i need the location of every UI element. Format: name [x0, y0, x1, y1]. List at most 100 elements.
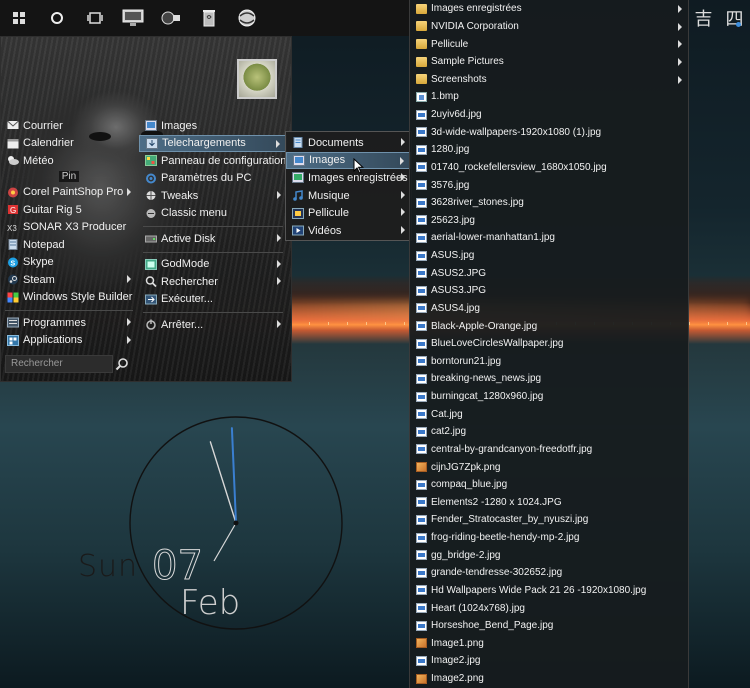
file-item[interactable]: compaq_blue.jpg — [410, 476, 688, 494]
menu-item-downloads[interactable]: Telechargements — [139, 134, 287, 152]
menu-item-weather[interactable]: Météo — [1, 152, 137, 170]
guitar-rig-icon: G — [7, 204, 19, 215]
file-item[interactable]: Hd Wallpapers Wide Pack 21 26 -1920x1080… — [410, 582, 688, 600]
menu-item-calendar[interactable]: Calendrier — [1, 135, 137, 153]
mail-icon — [7, 120, 19, 131]
search-icon[interactable] — [115, 357, 129, 371]
chevron-right-icon — [401, 208, 405, 217]
file-item[interactable]: 01740_rockefellersview_1680x1050.jpg — [410, 159, 688, 177]
file-item-label: central-by-grandcanyon-freedotfr.jpg — [431, 443, 593, 455]
file-item[interactable]: ASUS3.JPG — [410, 282, 688, 300]
file-item[interactable]: 3d-wide-wallpapers-1920x1080 (1).jpg — [410, 123, 688, 141]
task-view-icon[interactable] — [76, 0, 114, 36]
menu-item-search[interactable]: Rechercher — [139, 273, 287, 291]
menu-item-godmode[interactable]: GodMode — [139, 256, 287, 274]
circle-search-icon[interactable] — [38, 0, 76, 36]
file-item[interactable]: Heart (1024x768).jpg — [410, 599, 688, 617]
control-panel-icon — [145, 155, 157, 167]
file-item[interactable]: Fender_Stratocaster_by_nyuszi.jpg — [410, 511, 688, 529]
file-item[interactable]: borntorun21.jpg — [410, 353, 688, 371]
file-item[interactable]: 25623.jpg — [410, 212, 688, 230]
image-file-icon — [416, 180, 427, 191]
folder-item[interactable]: Sample Pictures — [410, 53, 688, 71]
menu-item-shutdown[interactable]: Arrêter... — [139, 316, 287, 334]
file-item[interactable]: cat2.jpg — [410, 423, 688, 441]
saved-images-icon — [292, 172, 304, 184]
globe-icon[interactable] — [228, 0, 266, 36]
folder-item[interactable]: NVIDIA Corporation — [410, 18, 688, 36]
menu-item-images[interactable]: Images — [139, 117, 287, 135]
file-item[interactable]: central-by-grandcanyon-freedotfr.jpg — [410, 441, 688, 459]
folder-item[interactable]: Screenshots — [410, 71, 688, 89]
file-item[interactable]: Elements2 -1280 x 1024.JPG — [410, 494, 688, 512]
video-camera-icon[interactable] — [152, 0, 190, 36]
file-item[interactable]: burningcat_1280x960.jpg — [410, 388, 688, 406]
menu-item-pc-settings[interactable]: Paramètres du PC — [139, 170, 287, 188]
menu-item-label: Classic menu — [161, 207, 228, 220]
file-item[interactable]: Image2.jpg — [410, 652, 688, 670]
menu-item-applications[interactable]: Applications — [1, 332, 137, 350]
file-item[interactable]: Image1.png — [410, 635, 688, 653]
folder-item[interactable]: Pellicule — [410, 35, 688, 53]
start-search-input[interactable]: Rechercher — [5, 355, 113, 373]
menu-item-tweaks[interactable]: Tweaks — [139, 187, 287, 205]
file-item[interactable]: frog-riding-beetle-hendy-mp-2.jpg — [410, 529, 688, 547]
menu-item-control-panel[interactable]: Panneau de configuration — [139, 152, 287, 170]
menu-item-skype[interactable]: S Skype — [1, 254, 137, 272]
file-item[interactable]: cijnJG7Zpk.png — [410, 458, 688, 476]
menu-item-mail[interactable]: Courrier — [1, 117, 137, 135]
file-item-label: Hd Wallpapers Wide Pack 21 26 -1920x1080… — [431, 584, 647, 596]
menu-item-run[interactable]: Exécuter... — [139, 291, 287, 309]
file-item[interactable]: 3628river_stones.jpg — [410, 194, 688, 212]
chevron-right-icon — [401, 225, 405, 234]
menu-item-notepad[interactable]: Notepad — [1, 236, 137, 254]
monitor-icon[interactable] — [114, 0, 152, 36]
menu-item-corel-paintshop[interactable]: Corel PaintShop Pro — [1, 184, 137, 202]
submenu-item-images[interactable]: Images — [286, 151, 411, 170]
image-file-icon — [416, 462, 427, 473]
menu-item-programs[interactable]: Programmes — [1, 314, 137, 332]
file-item[interactable]: gg_bridge-2.jpg — [410, 546, 688, 564]
menu-item-classic-menu[interactable]: Classic menu — [139, 205, 287, 223]
paintshop-icon — [7, 187, 19, 198]
user-avatar[interactable] — [237, 59, 277, 99]
file-item[interactable]: Cat.jpg — [410, 405, 688, 423]
file-item[interactable]: BlueLoveCirclesWallpaper.jpg — [410, 335, 688, 353]
windows-icon[interactable] — [0, 0, 38, 36]
submenu-item-videos[interactable]: Vidéos — [286, 222, 411, 240]
submenu-item-saved-images[interactable]: Images enregistrées — [286, 169, 411, 187]
folder-icon — [416, 74, 427, 85]
file-item[interactable]: Black-Apple-Orange.jpg — [410, 317, 688, 335]
tray-char-2[interactable]: 四 — [726, 5, 744, 31]
file-item[interactable]: aerial-lower-manhattan1.jpg — [410, 229, 688, 247]
file-item[interactable]: 3576.jpg — [410, 176, 688, 194]
tray-char-1[interactable]: 吉 — [695, 5, 713, 31]
file-item[interactable]: 1.bmp — [410, 88, 688, 106]
file-item[interactable]: 2uyiv6d.jpg — [410, 106, 688, 124]
file-item[interactable]: ASUS4.jpg — [410, 300, 688, 318]
file-item-label: Screenshots — [431, 73, 487, 85]
submenu-item-film[interactable]: Pellicule — [286, 204, 411, 222]
file-item[interactable]: ASUS.jpg — [410, 247, 688, 265]
file-item[interactable]: breaking-news_news.jpg — [410, 370, 688, 388]
folder-item[interactable]: Images enregistrées — [410, 0, 688, 18]
file-item-label: breaking-news_news.jpg — [431, 373, 542, 385]
menu-item-windows-style-builder[interactable]: Windows Style Builder — [1, 289, 137, 307]
file-item-label: Image1.png — [431, 637, 484, 649]
file-item[interactable]: grande-tendresse-302652.jpg — [410, 564, 688, 582]
chevron-right-icon — [678, 75, 682, 84]
menu-item-sonar[interactable]: X3 SONAR X3 Producer — [1, 219, 137, 237]
submenu-item-documents[interactable]: Documents — [286, 134, 411, 152]
pin-section-header: Pin — [1, 170, 137, 184]
file-item[interactable]: Image2.png — [410, 670, 688, 688]
file-item[interactable]: Horseshoe_Bend_Page.jpg — [410, 617, 688, 635]
file-item[interactable]: 1280.jpg — [410, 141, 688, 159]
image-file-icon — [416, 250, 427, 261]
trash-icon[interactable] — [190, 0, 228, 36]
submenu-item-music[interactable]: Musique — [286, 187, 411, 205]
menu-item-active-disk[interactable]: Active Disk — [139, 230, 287, 248]
menu-item-guitar-rig[interactable]: G Guitar Rig 5 — [1, 201, 137, 219]
menu-item-steam[interactable]: Steam — [1, 271, 137, 289]
image-file-icon — [416, 303, 427, 314]
file-item[interactable]: ASUS2.JPG — [410, 264, 688, 282]
